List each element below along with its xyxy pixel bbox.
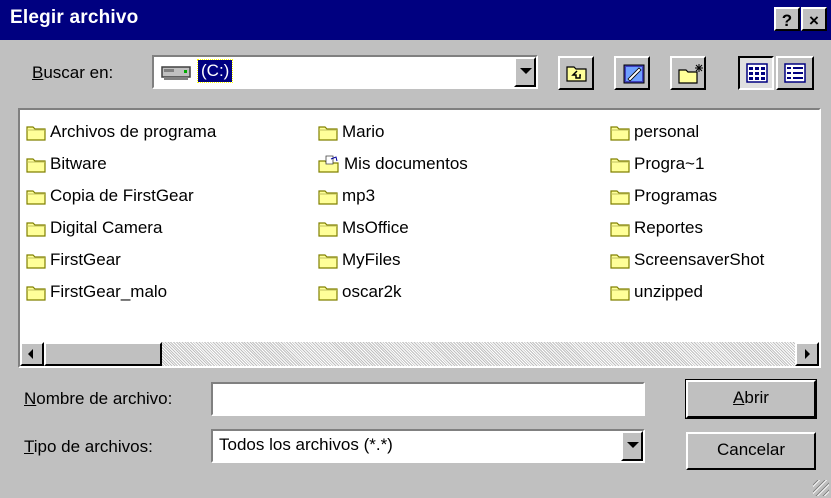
file-item[interactable]: Mario	[318, 116, 468, 148]
list-view-icon	[746, 63, 768, 83]
file-item[interactable]: FirstGear	[26, 244, 216, 276]
scroll-right-button[interactable]	[795, 342, 819, 366]
filename-field[interactable]	[213, 384, 643, 414]
file-item[interactable]: mp3	[318, 180, 468, 212]
file-item-label: FirstGear	[50, 250, 121, 269]
file-item-label: Mario	[342, 122, 385, 141]
file-item-label: Programas	[634, 186, 718, 205]
file-column: Mario Mis documentos mp3 MsOffice MyFiles osc…	[318, 116, 468, 308]
details-view-button[interactable]	[776, 56, 814, 90]
folder-icon	[318, 251, 342, 269]
file-item-label: unzipped	[634, 282, 704, 301]
new-folder-icon	[678, 64, 703, 84]
filetype-label: Tipo de archivos:	[24, 437, 153, 456]
up-one-level-button[interactable]	[558, 56, 594, 90]
help-button[interactable]: ?	[774, 7, 800, 31]
open-button[interactable]: Abrir	[685, 379, 817, 419]
folder-icon	[318, 187, 342, 205]
file-item-label: personal	[634, 122, 700, 141]
filename-label: Nombre de archivo:	[24, 389, 173, 408]
folder-icon	[26, 251, 50, 269]
file-column: Archivos de programa Bitware Copia de Firs…	[26, 116, 216, 308]
file-item-label: Bitware	[50, 154, 107, 173]
title-bar[interactable]: Elegir archivo ? ×	[0, 0, 831, 40]
open-file-dialog: Elegir archivo ? × Buscar en: (C:) Archi…	[0, 0, 831, 498]
file-item[interactable]: Programas	[610, 180, 764, 212]
folder-icon	[610, 187, 634, 205]
filetype-value: Todos los archivos (*.*)	[219, 435, 393, 454]
close-button[interactable]: ×	[801, 7, 827, 31]
scroll-left-button[interactable]	[20, 342, 44, 366]
file-item-label: Mis documentos	[344, 154, 468, 173]
desktop-icon	[623, 64, 645, 84]
lookin-dropdown-button[interactable]	[514, 57, 536, 87]
file-item-label: mp3	[342, 186, 376, 205]
lookin-value: (C:)	[196, 59, 234, 83]
folder-icon	[610, 155, 634, 173]
folder-icon	[610, 219, 634, 237]
desktop-button[interactable]	[614, 56, 650, 90]
file-item-label: MsOffice	[342, 218, 409, 237]
file-item[interactable]: MyFiles	[318, 244, 468, 276]
file-item-label: Digital Camera	[50, 218, 163, 237]
list-view-button[interactable]	[738, 56, 774, 90]
file-item[interactable]: unzipped	[610, 276, 764, 308]
folder-icon	[610, 283, 634, 301]
file-item[interactable]: Archivos de programa	[26, 116, 216, 148]
folder-icon	[318, 283, 342, 301]
file-item-label: ScreensaverShot	[634, 250, 765, 269]
file-item[interactable]: Digital Camera	[26, 212, 216, 244]
folder-icon	[26, 283, 50, 301]
dialog-title: Elegir archivo	[10, 7, 139, 28]
file-item[interactable]: Mis documentos	[318, 148, 468, 180]
horizontal-scrollbar[interactable]	[20, 342, 819, 366]
folder-icon	[318, 219, 342, 237]
folder-icon	[26, 123, 50, 141]
folder-icon	[610, 123, 634, 141]
folder-icon	[610, 251, 634, 269]
drive-icon	[161, 66, 191, 80]
file-item[interactable]: MsOffice	[318, 212, 468, 244]
file-item-label: FirstGear_malo	[50, 282, 168, 301]
close-icon: ×	[809, 11, 819, 30]
file-item-label: Progra~1	[634, 154, 705, 173]
file-item[interactable]: Progra~1	[610, 148, 764, 180]
lookin-label: Buscar en:	[32, 63, 114, 82]
filetype-combo[interactable]: Todos los archivos (*.*)	[211, 429, 645, 463]
file-item-label: Archivos de programa	[50, 122, 217, 141]
filetype-dropdown-button[interactable]	[621, 431, 643, 461]
scroll-thumb[interactable]	[44, 342, 162, 366]
file-item[interactable]: Copia de FirstGear	[26, 180, 216, 212]
file-item[interactable]: ScreensaverShot	[610, 244, 764, 276]
folder-icon	[26, 219, 50, 237]
filename-input[interactable]	[211, 382, 645, 416]
my-documents-icon	[318, 155, 344, 173]
up-folder-icon	[566, 66, 587, 82]
file-item-label: MyFiles	[342, 250, 401, 269]
file-item[interactable]: oscar2k	[318, 276, 468, 308]
file-item-label: oscar2k	[342, 282, 402, 301]
file-list[interactable]: Archivos de programa Bitware Copia de Firs…	[18, 108, 821, 368]
folder-icon	[26, 187, 50, 205]
cancel-button[interactable]: Cancelar	[686, 432, 816, 470]
file-item[interactable]: Bitware	[26, 148, 216, 180]
folder-icon	[26, 155, 50, 173]
resize-grip[interactable]	[813, 480, 829, 496]
file-item-label: Reportes	[634, 218, 703, 237]
file-column: personal Progra~1 Programas Reportes Screens…	[610, 116, 764, 308]
file-item-label: Copia de FirstGear	[50, 186, 194, 205]
details-view-icon	[784, 63, 806, 83]
new-folder-button[interactable]	[670, 56, 706, 90]
file-item[interactable]: Reportes	[610, 212, 764, 244]
file-item[interactable]: personal	[610, 116, 764, 148]
lookin-combo[interactable]: (C:)	[152, 55, 538, 89]
folder-icon	[318, 123, 342, 141]
file-item[interactable]: FirstGear_malo	[26, 276, 216, 308]
